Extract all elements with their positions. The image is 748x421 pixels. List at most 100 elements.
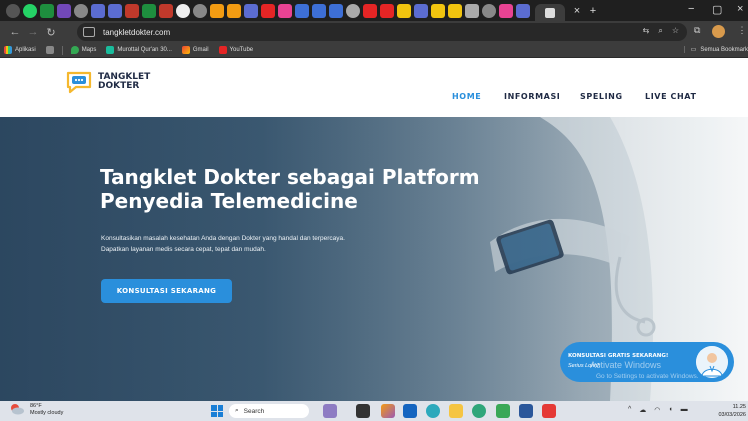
chevron-up-icon[interactable]: ^ (628, 406, 631, 414)
tab-favicon-youtube[interactable] (380, 3, 394, 18)
zoom-icon[interactable]: ⌕ (658, 26, 662, 36)
tab-favicon-youtube[interactable] (363, 3, 377, 18)
translate-icon[interactable]: ⇆ (643, 26, 650, 36)
copilot-icon[interactable] (381, 404, 395, 418)
weather-condition: Mostly cloudy (30, 410, 64, 416)
tab-favicon-flame[interactable] (227, 3, 241, 18)
new-tab-icon[interactable]: + (585, 5, 601, 17)
windows-start-icon[interactable] (211, 405, 223, 417)
tab-favicon-red[interactable] (261, 3, 275, 18)
acrobat-icon[interactable] (542, 404, 556, 418)
hero-subtitle: Konsultasikan masalah kesehatan Anda den… (101, 233, 501, 255)
profile-avatar[interactable] (712, 25, 726, 38)
tab-favicon-chart[interactable] (431, 3, 445, 18)
calendar-app-icon[interactable] (403, 404, 417, 418)
battery-icon[interactable]: ▬ (681, 406, 688, 414)
q-app-icon (106, 46, 115, 54)
tab-favicon-pink[interactable] (278, 3, 292, 18)
tab-search-icon[interactable] (6, 3, 20, 18)
youtube-icon (218, 46, 227, 54)
bookmark-murottal[interactable]: Murottal Qur'an 30... (106, 46, 172, 54)
watermark-line-1: Activate Windows (590, 360, 662, 370)
tab-favicon-bird[interactable] (516, 3, 530, 18)
tab-favicon-plane[interactable] (159, 3, 173, 18)
search-icon: ⌕ (235, 407, 239, 414)
extensions-icon[interactable]: ⧉ (694, 25, 700, 38)
site-info-icon[interactable] (83, 27, 95, 37)
tab-favicon-circle[interactable] (482, 3, 496, 18)
tab-favicon-bird[interactable] (108, 3, 122, 18)
bookmark-star-icon[interactable]: ☆ (672, 26, 679, 36)
tab-favicon-forms[interactable] (57, 3, 71, 18)
windows-taskbar: 86°F Mostly cloudy ⌕ Search ^ ☁ ◠ ◖ ▬ 11… (0, 401, 748, 421)
tab-favicon-chart[interactable] (397, 3, 411, 18)
tab-favicon-pink[interactable] (499, 3, 513, 18)
tab-favicon-circle[interactable] (74, 3, 88, 18)
tab-favicon-bird[interactable] (244, 3, 258, 18)
forward-icon[interactable]: → (24, 26, 42, 38)
tab-favicon-chart[interactable] (448, 3, 462, 18)
cloudy-weather-icon[interactable] (9, 403, 25, 415)
weather-widget[interactable]: 86°F Mostly cloudy (30, 403, 63, 417)
bookmarks-bar: Aplikasi Maps Murottal Qur'an 30... Gmai… (0, 43, 748, 58)
temperature: 86°F (30, 403, 42, 409)
back-icon[interactable]: ← (6, 26, 24, 38)
nav-home[interactable]: HOME (452, 92, 481, 101)
word-icon[interactable] (519, 404, 533, 418)
active-tab[interactable] (535, 4, 565, 21)
task-view-icon[interactable] (356, 404, 370, 418)
doctor-avatar-icon (696, 346, 728, 378)
all-bookmarks[interactable]: ▭ Semua Bookmark (683, 46, 748, 53)
nav-informasi[interactable]: INFORMASI (504, 92, 560, 101)
tab-favicon-github[interactable] (176, 3, 190, 18)
maximize-icon[interactable]: ▢ (712, 3, 722, 16)
menu-dots-icon[interactable]: ⋮ (737, 25, 746, 38)
minimize-icon[interactable]: − (688, 3, 694, 15)
tab-favicon-whatsapp[interactable] (23, 3, 37, 18)
close-tab-icon[interactable]: × (569, 5, 585, 17)
nav-live-chat[interactable]: LIVE CHAT (645, 92, 697, 101)
tab-favicon-tools[interactable] (125, 3, 139, 18)
site-logo[interactable]: TANGKLET DOKTER (66, 70, 150, 94)
bookmark-label: Gmail (192, 47, 209, 53)
bookmark-label: Murottal Qur'an 30... (117, 47, 172, 53)
nav-speling[interactable]: SPELING (580, 92, 623, 101)
taskbar-search[interactable]: ⌕ Search (229, 404, 309, 418)
widgets-icon[interactable] (323, 404, 337, 418)
chrome-icon[interactable] (426, 404, 440, 418)
tab-favicon-bars[interactable] (329, 3, 343, 18)
konsultasi-sekarang-button[interactable]: KONSULTASI SEKARANG (101, 279, 232, 303)
close-window-icon[interactable]: × (737, 3, 743, 15)
volume-icon[interactable]: ◖ (668, 406, 672, 414)
cloud-sync-icon[interactable]: ☁ (639, 406, 646, 414)
logo-line-2: DOKTER (98, 81, 140, 91)
wifi-icon[interactable]: ◠ (654, 406, 660, 414)
tab-favicon-bird[interactable] (414, 3, 428, 18)
browser-toolbar: ← → ↻ tangkletdokter.com ⇆ ⌕ ☆ ⧉ ⋮ (0, 21, 748, 43)
bookmark-apps[interactable]: Aplikasi (4, 46, 36, 54)
bookmark-maps[interactable]: Maps (70, 46, 96, 54)
bookmark-label: Aplikasi (15, 47, 36, 53)
tab-favicon-bars[interactable] (295, 3, 309, 18)
file-explorer-icon[interactable] (449, 404, 463, 418)
tab-favicon-box[interactable] (465, 3, 479, 18)
grid-icon[interactable] (45, 46, 54, 54)
store-icon[interactable] (496, 404, 510, 418)
system-tray: ^ ☁ ◠ ◖ ▬ (628, 406, 688, 414)
tab-favicon-flame[interactable] (210, 3, 224, 18)
tab-favicon-sheets[interactable] (40, 3, 54, 18)
chat-bubble-logo-icon (66, 71, 92, 94)
bookmark-youtube[interactable]: YouTube (218, 46, 253, 54)
hero-title: Tangklet Dokter sebagai Platform Penyedi… (100, 165, 480, 213)
tab-favicon-bird[interactable] (91, 3, 105, 18)
tab-favicon-gear[interactable] (346, 3, 360, 18)
tab-favicon-sheets[interactable] (142, 3, 156, 18)
tab-favicon-bars[interactable] (312, 3, 326, 18)
taskbar-clock[interactable]: 11.25 03/03/2026 (710, 403, 746, 419)
address-bar[interactable]: tangkletdokter.com ⇆ ⌕ ☆ (77, 23, 687, 41)
url-text[interactable]: tangkletdokter.com (103, 28, 170, 37)
bookmark-gmail[interactable]: Gmail (181, 46, 209, 54)
reload-icon[interactable]: ↻ (42, 26, 60, 39)
tab-favicon-circle[interactable] (193, 3, 207, 18)
edge-icon[interactable] (472, 404, 486, 418)
